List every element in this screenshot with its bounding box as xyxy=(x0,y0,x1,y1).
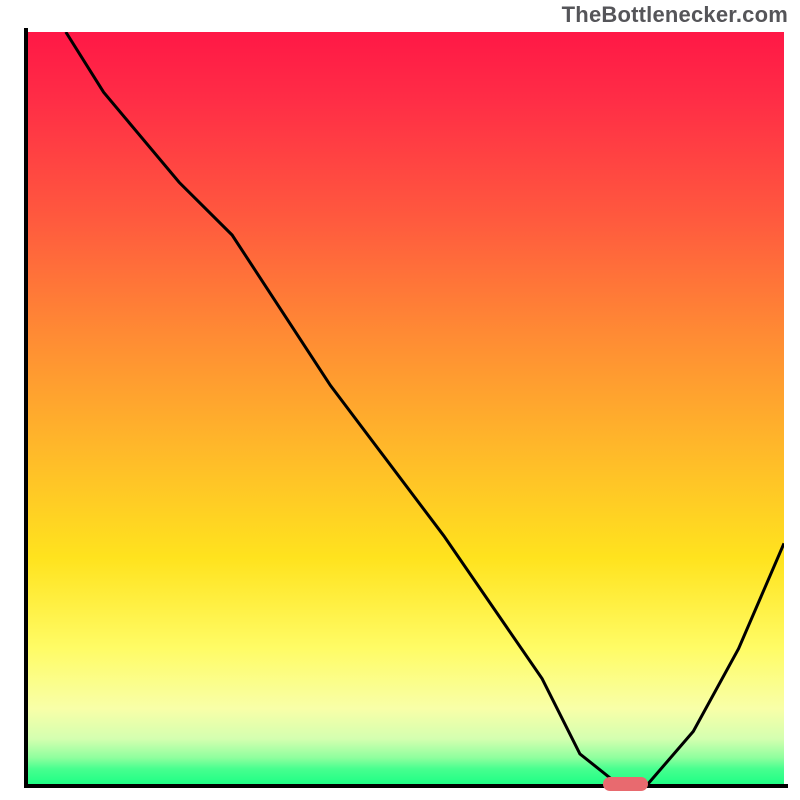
bottleneck-curve-path xyxy=(66,32,784,784)
bottleneck-chart: TheBottlenecker.com xyxy=(0,0,800,800)
source-label: TheBottlenecker.com xyxy=(562,2,788,28)
bottleneck-curve xyxy=(28,32,784,784)
optimum-marker xyxy=(603,777,648,791)
x-axis xyxy=(24,784,788,788)
